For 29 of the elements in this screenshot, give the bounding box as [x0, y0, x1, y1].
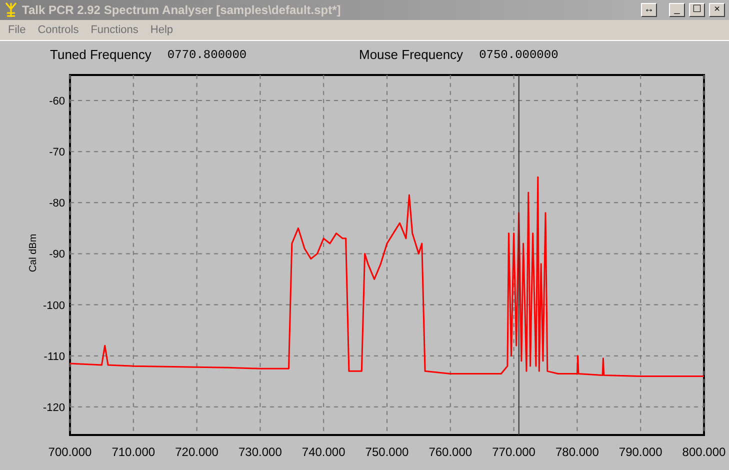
y-tick-label: -120 [42, 402, 65, 414]
y-tick-label: -60 [49, 96, 65, 108]
maximize-button[interactable]: ☐ [689, 3, 705, 17]
x-tick-label: 760.000 [428, 445, 472, 459]
resize-button[interactable]: ↔ [641, 3, 657, 17]
readout-value: 0750.000000 [479, 47, 558, 64]
readout-label: Mouse Frequency [359, 46, 464, 64]
x-tick-label: 770.000 [492, 445, 536, 459]
x-tick-label: 720.000 [175, 445, 218, 459]
y-tick-label: -110 [44, 350, 65, 363]
y-tick-label: -90 [49, 248, 65, 261]
x-tick-label: 700.000 [48, 445, 92, 459]
y-tick-label: -70 [49, 146, 65, 159]
readout-label: Tuned Frequency [50, 46, 152, 64]
y-tick-label: -100 [42, 300, 65, 312]
minimize-button[interactable]: _ [669, 3, 685, 17]
x-tick-label: 790.000 [618, 445, 662, 459]
x-tick-label: 740.000 [302, 445, 346, 459]
x-tick-label: 710.000 [112, 445, 156, 459]
x-tick-label: 750.000 [365, 445, 409, 459]
x-tick-label: 780.000 [556, 445, 599, 459]
readout-value: 0770.800000 [167, 47, 247, 64]
window-title: Talk PCR 2.92 Spectrum Analyser [samples\default.spt*] [22, 2, 341, 19]
close-button[interactable]: × [709, 3, 725, 17]
x-tick-label: 730.000 [238, 445, 282, 459]
y-axis-label: Cal dBm [28, 234, 39, 272]
y-tick-label: -80 [49, 198, 65, 210]
antenna-icon [4, 2, 18, 18]
x-tick-label: 800.000 [682, 445, 726, 459]
